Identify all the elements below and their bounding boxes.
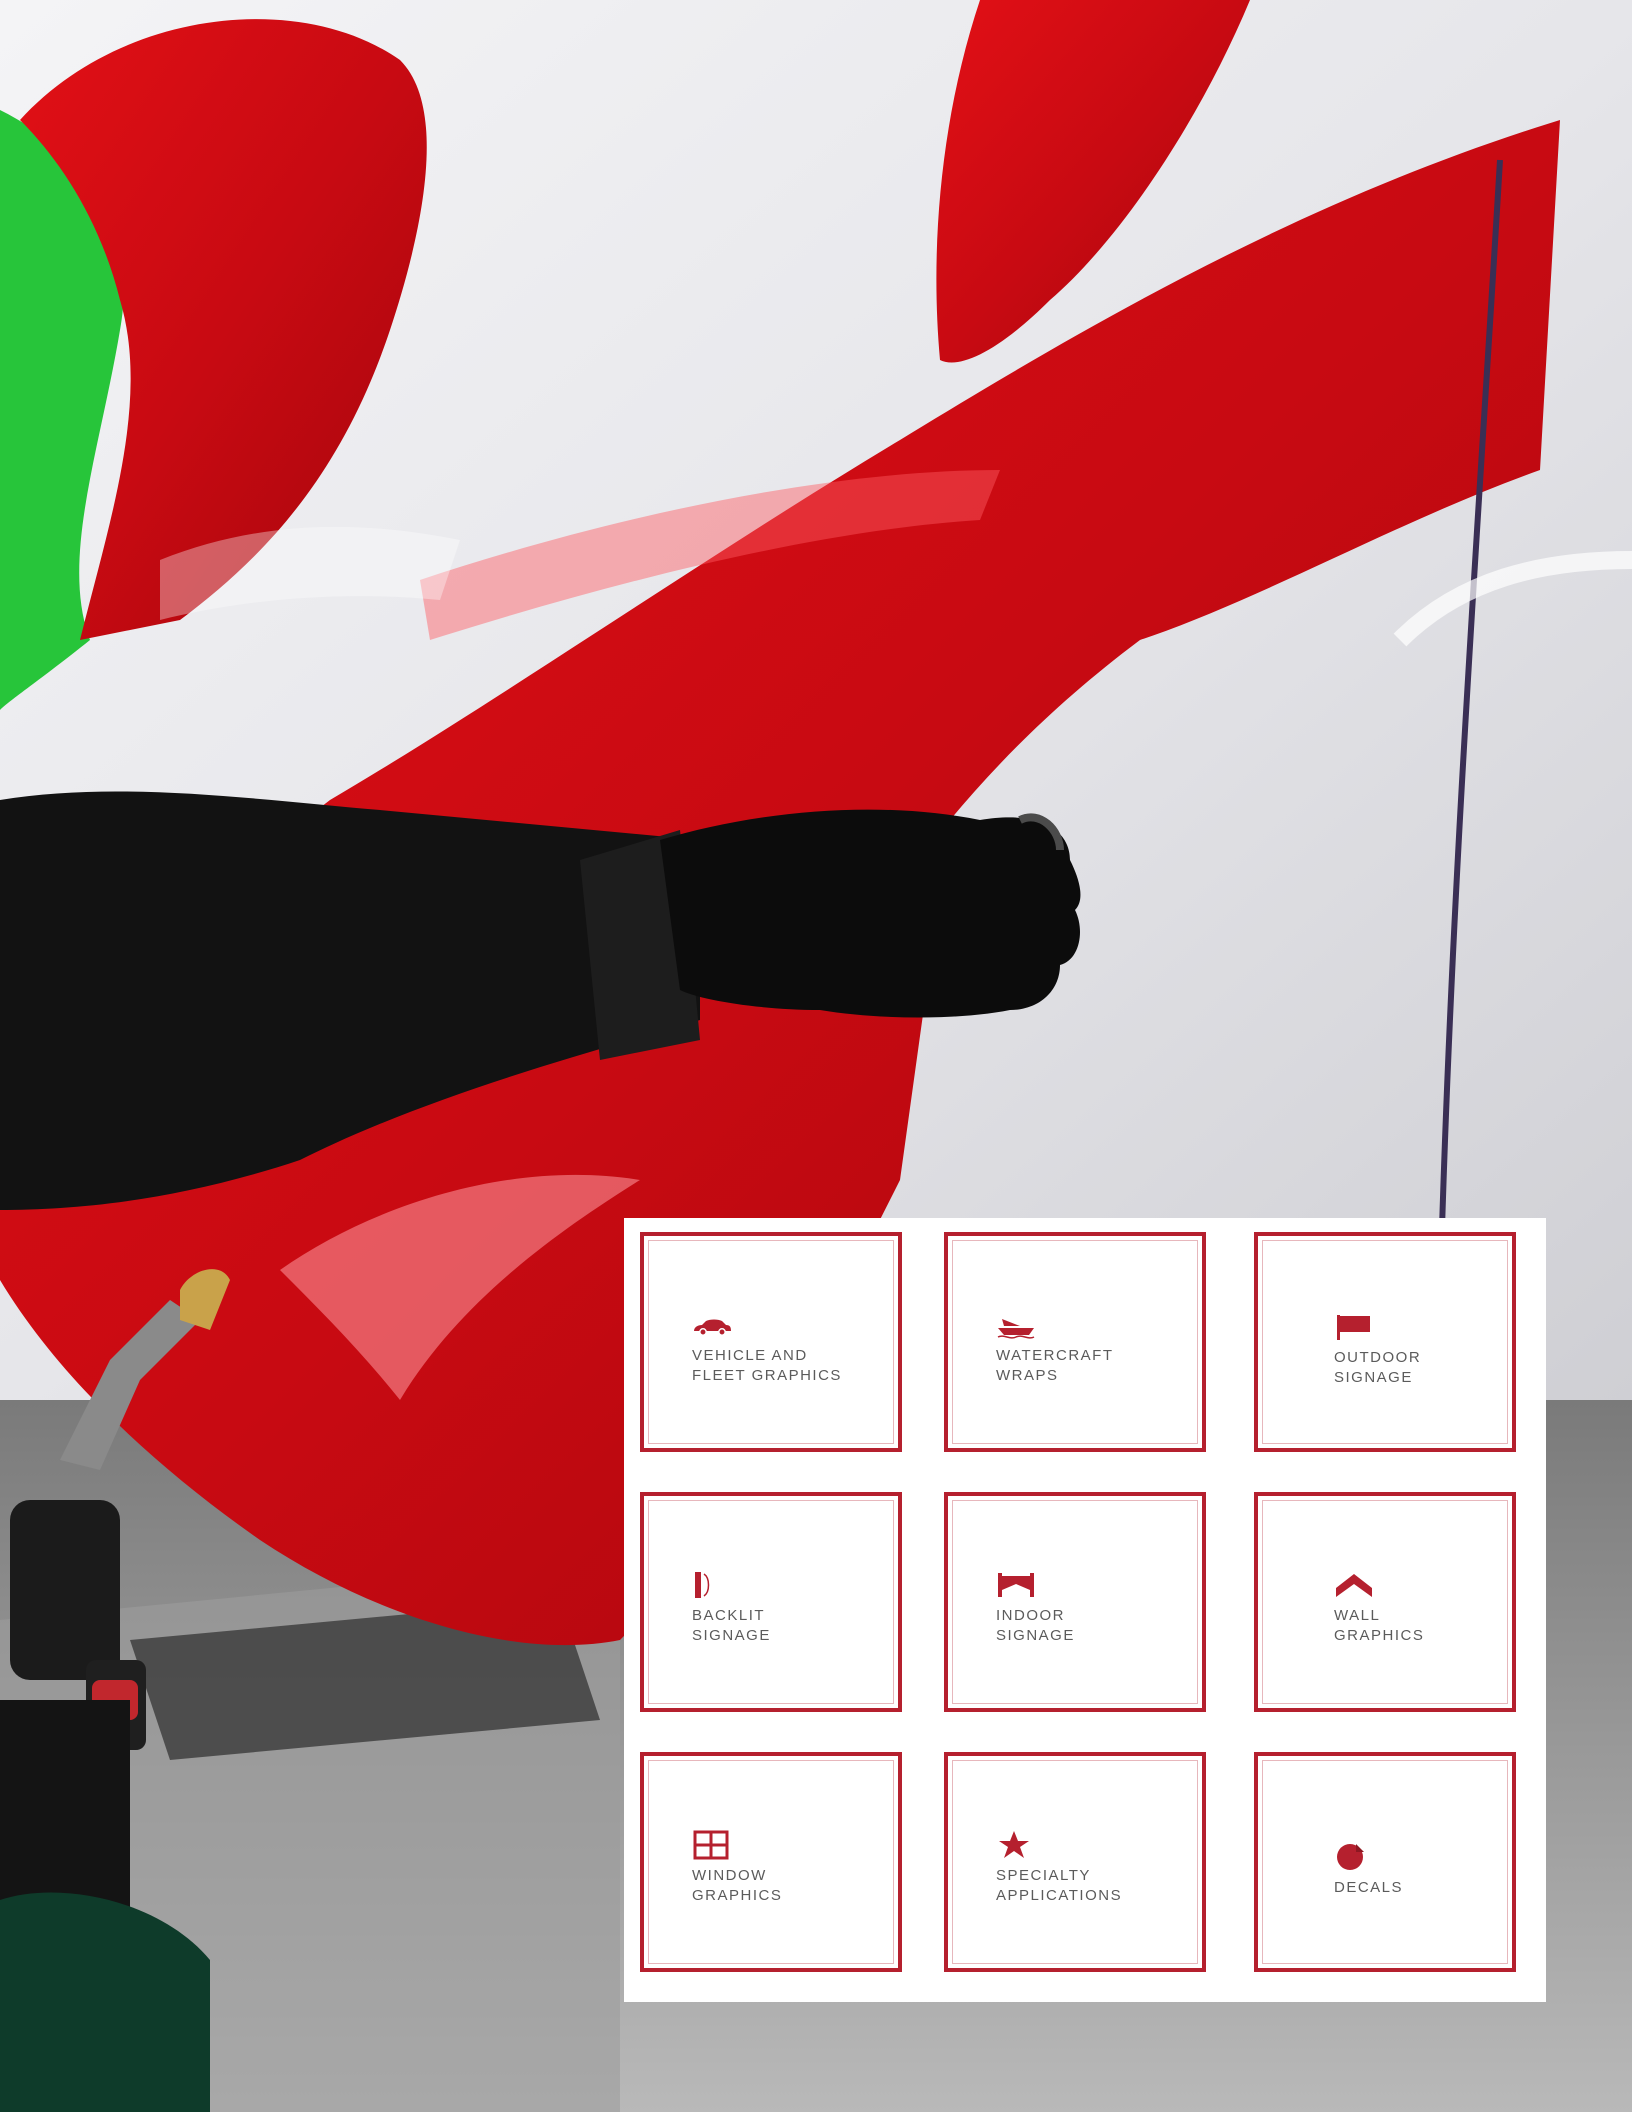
backlit-icon — [692, 1570, 732, 1600]
boat-icon — [996, 1310, 1036, 1340]
flag-icon — [1334, 1312, 1374, 1342]
car-icon — [692, 1310, 732, 1340]
tile-label: Outdoor Signage — [1334, 1349, 1422, 1386]
service-tile-decals[interactable]: Decals — [1254, 1752, 1516, 1972]
service-tile-vehicle-fleet-graphics[interactable]: Vehicle and Fleet Graphics — [640, 1232, 902, 1452]
tile-label: Wall Graphics — [1334, 1607, 1425, 1644]
decal-icon — [1334, 1842, 1374, 1872]
tile-label: Indoor Signage — [996, 1607, 1075, 1644]
tile-label: Decals — [1334, 1879, 1404, 1896]
banner-icon — [996, 1570, 1036, 1600]
service-tile-wall-graphics[interactable]: Wall Graphics — [1254, 1492, 1516, 1712]
star-icon — [996, 1830, 1036, 1860]
service-tile-outdoor-signage[interactable]: Outdoor Signage — [1254, 1232, 1516, 1452]
tile-label: Backlit Signage — [692, 1607, 771, 1644]
tile-label: Specialty Applications — [996, 1867, 1123, 1904]
window-icon — [692, 1830, 732, 1860]
chevron-up-icon — [1334, 1570, 1374, 1600]
tile-label: Watercraft Wraps — [996, 1347, 1114, 1384]
service-tile-window-graphics[interactable]: Window Graphics — [640, 1752, 902, 1972]
service-tile-watercraft-wraps[interactable]: Watercraft Wraps — [944, 1232, 1206, 1452]
service-tile-backlit-signage[interactable]: Backlit Signage — [640, 1492, 902, 1712]
service-tile-specialty-applications[interactable]: Specialty Applications — [944, 1752, 1206, 1972]
tile-label: Window Graphics — [692, 1867, 783, 1904]
service-tile-indoor-signage[interactable]: Indoor Signage — [944, 1492, 1206, 1712]
services-grid: Vehicle and Fleet Graphics Watercraft Wr… — [624, 1218, 1546, 2002]
tile-label: Vehicle and Fleet Graphics — [692, 1347, 842, 1384]
